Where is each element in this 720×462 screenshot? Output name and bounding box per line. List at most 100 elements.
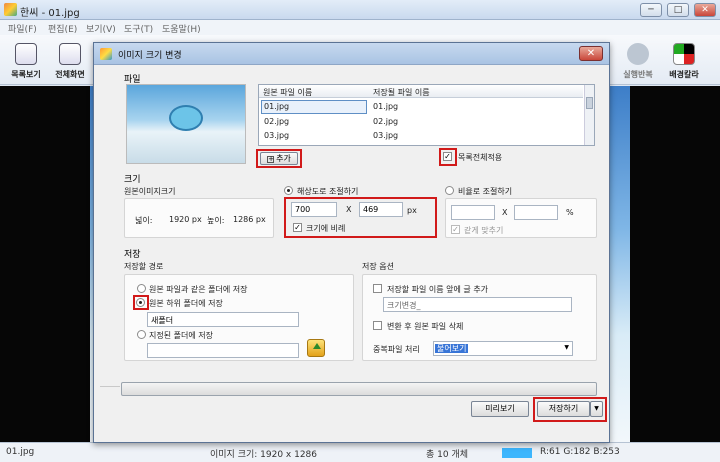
scrollbar-thumb[interactable] [586,97,593,109]
same-ratio-checkbox[interactable]: ✓ [451,225,460,234]
res-height-input[interactable]: 469 [359,202,403,217]
status-count: 총 10 개체 [426,450,469,460]
left-letterbox [0,86,90,442]
fullscreen-label: 전체화면 [55,70,85,79]
add-button-label: 추가 [276,154,291,163]
list-view-icon [15,43,37,65]
app-icon [4,3,17,16]
delete-original-checkbox[interactable] [373,321,382,330]
ratio-radio[interactable] [445,186,454,195]
background-color-button[interactable]: 배경칼라 [662,39,706,80]
color-grid-icon [673,43,695,65]
resolution-label: 해상도로 조절하기 [297,187,359,196]
column-save-name[interactable]: 저장될 파일 이름 [373,87,430,98]
separator [100,386,120,387]
sub-folder-radio[interactable] [136,298,145,307]
specified-folder-input[interactable] [147,343,299,358]
resolution-radio[interactable] [284,186,293,195]
list-view-button[interactable]: 목록보기 [4,39,48,80]
maximize-button[interactable]: □ [667,3,689,17]
column-original-name[interactable]: 원본 파일 이름 [263,87,312,98]
ratio-percent-label: % [566,208,574,217]
prefix-input[interactable]: 크기변경_ [383,297,572,312]
dialog-title: 이미지 크기 변경 [118,51,182,61]
apply-all-label: 목록전체적용 [458,153,503,162]
window-title: 한씨 - 01.jpg [20,8,80,19]
minimize-button[interactable]: ─ [640,3,662,17]
save-options-group: 저장할 파일 이름 앞에 글 추가 크기변경_ 변환 후 원본 파일 삭제 중복… [362,274,597,361]
same-folder-radio[interactable] [137,284,146,293]
menu-file[interactable]: 파일(F) [8,22,37,35]
resize-dialog: 이미지 크기 변경 ✕ 파일 원본 파일 이름 저장될 파일 이름 01.jpg… [93,42,610,443]
file-src-3[interactable]: 03.jpg [264,131,289,140]
duplicate-select-value: 물어보기 [435,344,469,353]
sub-folder-input[interactable]: 새폴더 [147,312,299,327]
file-src-1[interactable]: 01.jpg [264,102,289,111]
repeat-icon [627,43,649,65]
apply-all-checkbox[interactable]: ✓ [443,152,452,161]
thumbnail-hat [169,105,203,131]
save-dropdown-button[interactable]: ▼ [590,401,603,417]
file-list-scrollbar[interactable] [584,85,594,145]
arrow-up-icon [313,343,321,349]
res-width-input[interactable]: 700 [291,202,337,217]
save-path-label: 저장할 경로 [124,262,164,271]
window-titlebar: 한씨 - 01.jpg ─ □ ✕ [0,0,720,20]
height-label: 높이: [207,216,225,225]
menu-edit[interactable]: 편집(E) [48,22,77,35]
width-label: 넓이: [135,216,153,225]
file-dst-3[interactable]: 03.jpg [373,131,398,140]
dialog-icon [100,48,112,60]
close-window-button[interactable]: ✕ [694,3,716,17]
duplicate-label: 중복파일 처리 [373,345,420,354]
dialog-close-button[interactable]: ✕ [579,46,603,61]
file-list[interactable]: 원본 파일 이름 저장될 파일 이름 01.jpg 01.jpg 02.jpg … [258,84,595,146]
ratio-group: X % ✓ 같게 맞추기 [445,198,597,238]
size-section-label: 크기 [124,175,141,185]
plus-icon: + [267,155,275,163]
specified-folder-label: 지정된 폴더에 저장 [149,331,213,340]
folder-up-icon[interactable] [307,339,325,357]
ratio-x-label: X [502,208,508,217]
menu-help[interactable]: 도움말(H) [162,22,201,35]
image-thumbnail [126,84,246,164]
original-size-group: 넓이: 1920 px 높이: 1286 px [124,198,274,238]
file-dst-2[interactable]: 02.jpg [373,117,398,126]
status-color-swatch [502,448,532,458]
background-color-label: 배경칼라 [669,70,699,79]
repeat-button[interactable]: 실행반복 [616,39,660,80]
right-letterbox [630,86,720,442]
status-rgb: R:61 G:182 B:253 [540,447,620,457]
status-filename: 01.jpg [6,447,35,457]
add-prefix-label: 저장할 파일 이름 앞에 글 추가 [387,285,489,294]
res-px-label: px [407,206,417,215]
res-x-label: X [346,205,352,214]
repeat-label: 실행반복 [623,70,653,79]
keep-ratio-label: 크기에 비례 [306,224,346,233]
same-ratio-label: 같게 맞추기 [464,226,504,235]
fullscreen-button[interactable]: 전체화면 [48,39,92,80]
delete-original-label: 변환 후 원본 파일 삭제 [387,322,464,331]
save-section-label: 저장 [124,250,141,260]
add-prefix-checkbox[interactable] [373,284,382,293]
save-path-group: 원본 파일과 같은 폴더에 저장 원본 하위 폴더에 저장 새폴더 지정된 폴더… [124,274,354,361]
fullscreen-icon [59,43,81,65]
add-button[interactable]: + 추가 [260,152,298,165]
menu-tools[interactable]: 도구(T) [124,22,153,35]
file-src-2[interactable]: 02.jpg [264,117,289,126]
save-options-label: 저장 옵션 [362,262,394,271]
ratio-height-input[interactable] [514,205,558,220]
ratio-width-input[interactable] [451,205,495,220]
file-dst-1[interactable]: 01.jpg [373,102,398,111]
progress-bar [121,382,597,396]
specified-folder-radio[interactable] [137,330,146,339]
duplicate-select[interactable]: 물어보기 ▼ [433,341,573,356]
chevron-down-icon: ▼ [564,344,569,351]
menu-view[interactable]: 보기(V) [86,22,116,35]
original-size-label: 원본이미지크기 [124,187,176,196]
save-button[interactable]: 저장하기 [537,401,590,417]
keep-ratio-checkbox[interactable]: ✓ [293,223,302,232]
ratio-label: 비율로 조절하기 [458,187,513,196]
status-image-size: 이미지 크기: 1920 x 1286 [210,450,318,460]
preview-button[interactable]: 미리보기 [471,401,529,417]
